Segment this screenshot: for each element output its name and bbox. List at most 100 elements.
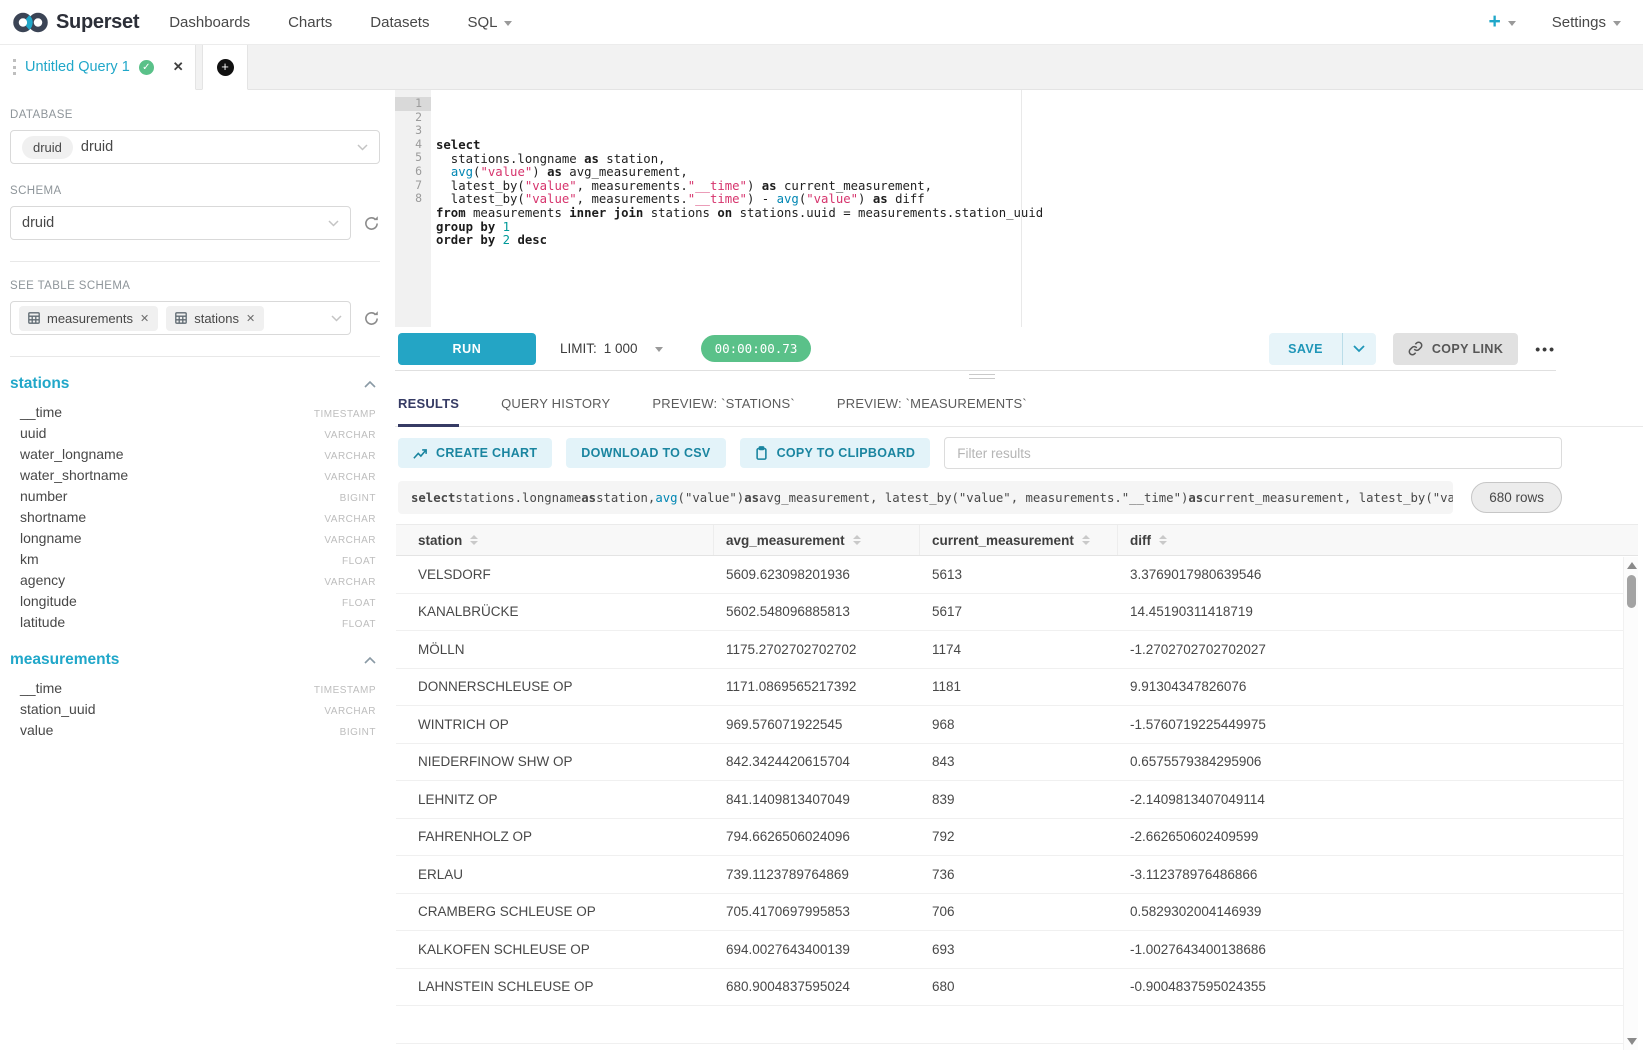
table-cell: LAHNSTEIN SCHLEUSE OP — [396, 969, 714, 1006]
nav-item-label: Charts — [288, 14, 332, 31]
more-options-button[interactable]: ••• — [1535, 341, 1556, 357]
table-row: DONNERSCHLEUSE OP1171.086956521739211819… — [396, 669, 1638, 707]
column-header-diff[interactable]: diff — [1118, 525, 1638, 555]
nav-right: + Settings — [1489, 10, 1621, 34]
code-line: stations.longname as station, — [436, 153, 1556, 167]
column-row-longitude: longitudeFLOAT — [10, 593, 380, 614]
table-section-header-stations: stations — [10, 375, 380, 393]
remove-chip-icon[interactable]: ✕ — [140, 312, 149, 325]
query-tabbar: Untitled Query 1 ✓ ✕ + — [0, 45, 1643, 90]
results-tab-query-history[interactable]: QUERY HISTORY — [501, 396, 610, 426]
column-name: longitude — [20, 593, 342, 609]
table-cell: 1181 — [920, 669, 1118, 706]
settings-menu-button[interactable]: Settings — [1552, 14, 1621, 31]
line-number: 2 — [395, 111, 431, 125]
remove-chip-icon[interactable]: ✕ — [246, 312, 255, 325]
column-row-number: numberBIGINT — [10, 488, 380, 509]
refresh-schemas-icon[interactable] — [363, 215, 380, 232]
nav-item-dashboards[interactable]: Dashboards — [169, 14, 250, 31]
refresh-tables-icon[interactable] — [363, 310, 380, 327]
pane-resize-handle-icon[interactable] — [969, 374, 995, 382]
close-tab-icon[interactable]: ✕ — [173, 59, 184, 75]
nav-item-charts[interactable]: Charts — [288, 14, 332, 31]
add-tab-button[interactable]: + — [202, 45, 248, 90]
column-header-current-measurement[interactable]: current_measurement — [920, 525, 1118, 555]
chevron-down-icon — [504, 21, 512, 26]
column-name: uuid — [20, 425, 324, 441]
column-name: latitude — [20, 614, 342, 630]
nav-item-label: SQL — [467, 14, 497, 31]
table-cell: CRAMBERG SCHLEUSE OP — [396, 894, 714, 931]
table-row: ERLAU739.1123789764869736-3.112378976486… — [396, 856, 1638, 894]
column-row-latitude: latitudeFLOAT — [10, 614, 380, 635]
chevron-down-icon — [655, 347, 663, 352]
run-button[interactable]: RUN — [398, 333, 536, 365]
nav-item-datasets[interactable]: Datasets — [370, 14, 429, 31]
results-tab-preview-measurements[interactable]: PREVIEW: `MEASUREMENTS` — [837, 396, 1027, 426]
collapse-chevron-up-icon[interactable] — [364, 656, 376, 664]
save-options-button[interactable] — [1343, 333, 1376, 365]
collapse-chevron-up-icon[interactable] — [364, 380, 376, 388]
results-table-body: VELSDORF5609.62309820193656133.376901798… — [396, 556, 1638, 1050]
table-cell: KALKOFEN SCHLEUSE OP — [396, 931, 714, 968]
save-split-button: SAVE — [1269, 333, 1376, 365]
line-number: 5 — [395, 151, 431, 165]
new-menu-button[interactable]: + — [1489, 10, 1516, 34]
column-header-label: avg_measurement — [726, 533, 845, 548]
filter-results-input[interactable] — [944, 437, 1562, 469]
sort-icon[interactable] — [470, 535, 478, 545]
column-type: VARCHAR — [324, 451, 376, 462]
results-table-header: station avg_measurement current_measuremen… — [396, 524, 1638, 556]
save-button[interactable]: SAVE — [1269, 333, 1343, 365]
copy-link-button[interactable]: COPY LINK — [1393, 333, 1518, 365]
copy-clipboard-button[interactable]: COPY TO CLIPBOARD — [740, 438, 931, 468]
column-header-station[interactable]: station — [396, 525, 714, 555]
limit-dropdown[interactable]: LIMIT: 1 000 — [560, 341, 663, 356]
sort-icon[interactable] — [1159, 535, 1167, 545]
column-type: BIGINT — [340, 493, 376, 504]
sort-icon[interactable] — [853, 535, 861, 545]
column-type: VARCHAR — [324, 472, 376, 483]
download-csv-button[interactable]: DOWNLOAD TO CSV — [566, 438, 725, 468]
table-scrollbar[interactable] — [1623, 557, 1638, 1050]
table-cell: 0.6575579384295906 — [1118, 744, 1638, 781]
table-row: KANALBRÜCKE5602.548096885813561714.45190… — [396, 594, 1638, 632]
limit-label: LIMIT: — [560, 341, 597, 356]
drag-handle-icon[interactable] — [13, 59, 16, 75]
schema-select[interactable]: druid — [10, 206, 351, 240]
results-tab-results[interactable]: RESULTS — [398, 396, 459, 427]
nav-item-sql[interactable]: SQL — [467, 14, 512, 31]
scroll-down-icon[interactable] — [1627, 1038, 1637, 1045]
chart-icon — [413, 446, 427, 460]
superset-logo[interactable]: Superset — [12, 10, 139, 35]
table-chip-measurements[interactable]: measurements ✕ — [19, 306, 158, 331]
table-chip-label: measurements — [47, 311, 133, 326]
sort-icon[interactable] — [1082, 535, 1090, 545]
executed-query-preview[interactable]: select stations.longname as station, avg… — [398, 481, 1453, 514]
editor-code[interactable]: select stations.longname as station, avg… — [431, 90, 1556, 327]
plus-icon: + — [1489, 10, 1501, 34]
table-cell: 5609.623098201936 — [714, 556, 920, 593]
database-select[interactable]: druid druid — [10, 130, 380, 164]
table-row: FAHRENHOLZ OP794.6626506024096792-2.6626… — [396, 819, 1638, 857]
brand-text: Superset — [56, 11, 139, 34]
table-cell: 5617 — [920, 594, 1118, 631]
create-chart-button[interactable]: CREATE CHART — [398, 438, 552, 468]
table-chip-stations[interactable]: stations✕ — [166, 306, 264, 331]
table-cell: ERLAU — [396, 856, 714, 893]
results-tab-preview-stations[interactable]: PREVIEW: `STATIONS` — [652, 396, 794, 426]
nav-item-label: Datasets — [370, 14, 429, 31]
table-row: LAHNSTEIN SCHLEUSE OP680.900483759502468… — [396, 969, 1638, 1007]
query-timer-badge: 00:00:00.73 — [701, 335, 812, 362]
tab-untitled-query-1[interactable]: Untitled Query 1 ✓ ✕ — [0, 45, 196, 90]
sql-editor[interactable]: 12345678 select stations.longname as sta… — [395, 90, 1556, 327]
print-margin — [1021, 90, 1022, 327]
editor-toolbar: RUN LIMIT: 1 000 00:00:00.73 SAVE — [395, 327, 1556, 371]
scrollbar-thumb[interactable] — [1627, 575, 1636, 608]
table-cell: KANALBRÜCKE — [396, 594, 714, 631]
scroll-up-icon[interactable] — [1627, 562, 1637, 569]
query-success-icon: ✓ — [139, 60, 154, 75]
column-header-avg-measurement[interactable]: avg_measurement — [714, 525, 920, 555]
table-schema-select[interactable]: measurements✕stations✕ — [10, 301, 351, 335]
column-type: VARCHAR — [324, 535, 376, 546]
